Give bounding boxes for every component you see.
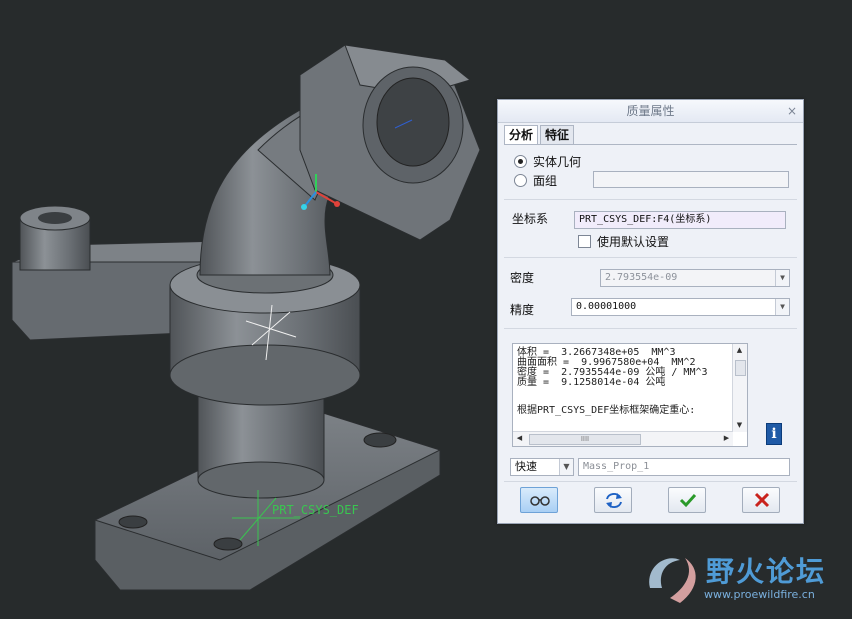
tab-feature[interactable]: 特征 (540, 125, 575, 144)
watermark-title: 野火论坛 (706, 555, 827, 588)
close-icon[interactable]: × (787, 100, 797, 122)
chevron-down-icon: ▼ (775, 270, 789, 286)
separator (504, 328, 797, 329)
mode-value: 快速 (515, 460, 537, 473)
feature-name-field[interactable]: Mass_Prop_1 (578, 458, 790, 476)
quilt-select-field[interactable] (593, 171, 789, 188)
csys-label: 坐标系 (512, 212, 549, 226)
scroll-down-icon[interactable]: ▼ (733, 419, 746, 432)
radio-solid-label: 实体几何 (533, 155, 582, 169)
radio-quilt-label: 面组 (533, 174, 558, 188)
repeat-icon (606, 493, 622, 508)
density-value: 2.793554e-09 (605, 272, 678, 283)
mass-properties-dialog: 质量属性 × 分析 特征 实体几何 面组 坐标系 PRT_CSYS_DEF:F4… (497, 99, 804, 524)
watermark-url: www.proewildfire.cn (704, 588, 815, 601)
accuracy-label: 精度 (510, 303, 535, 317)
results-text-area[interactable]: 体积 = 3.2667348e+05 MM^3 曲面面积 = 9.9967580… (512, 343, 748, 447)
result-cog-note: 根据PRT_CSYS_DEF坐标框架确定重心: (517, 405, 696, 416)
scroll-up-icon[interactable]: ▲ (733, 344, 746, 357)
density-label: 密度 (510, 271, 535, 285)
cancel-button[interactable] (742, 487, 780, 513)
accuracy-value: 0.00001000 (576, 301, 637, 312)
repeat-button[interactable] (594, 487, 632, 513)
mode-dropdown[interactable]: 快速 ▼ (510, 458, 574, 476)
scroll-grip[interactable]: IIII (529, 434, 641, 445)
watermark: 野火论坛 www.proewildfire.cn (640, 548, 846, 610)
accuracy-field[interactable]: 0.00001000 ▼ (571, 298, 790, 316)
use-default-checkbox[interactable] (578, 235, 591, 248)
separator (504, 481, 797, 482)
chevron-down-icon[interactable]: ▼ (559, 459, 573, 475)
glasses-icon (530, 496, 550, 506)
dialog-title: 质量属性 (498, 100, 803, 123)
scroll-right-icon[interactable]: ▶ (720, 432, 733, 445)
tab-analysis[interactable]: 分析 (504, 125, 539, 145)
separator (504, 257, 797, 258)
scroll-left-icon[interactable]: ◀ (513, 432, 526, 445)
chevron-down-icon[interactable]: ▼ (775, 299, 789, 315)
check-icon (679, 493, 697, 508)
info-icon[interactable]: i (766, 423, 782, 445)
preview-button[interactable] (520, 487, 558, 513)
density-field: 2.793554e-09 ▼ (600, 269, 790, 287)
horizontal-scrollbar[interactable]: ◀ IIII ▶ (513, 431, 733, 446)
csys-field[interactable]: PRT_CSYS_DEF:F4(坐标系) (574, 211, 786, 229)
watermark-logo-icon (649, 558, 696, 603)
tab-divider (504, 144, 797, 145)
scroll-thumb[interactable] (735, 360, 746, 376)
x-icon (754, 492, 770, 508)
radio-quilt[interactable] (514, 174, 527, 187)
csys-default-label: PRT_CSYS_DEF (272, 503, 359, 517)
use-default-label: 使用默认设置 (597, 235, 670, 249)
vertical-scrollbar[interactable]: ▲ ▼ (732, 344, 747, 432)
separator (504, 199, 797, 200)
radio-solid-geometry[interactable] (514, 155, 527, 168)
ok-button[interactable] (668, 487, 706, 513)
result-mass: 质量 = 9.1258014e-04 公吨 (517, 377, 666, 388)
